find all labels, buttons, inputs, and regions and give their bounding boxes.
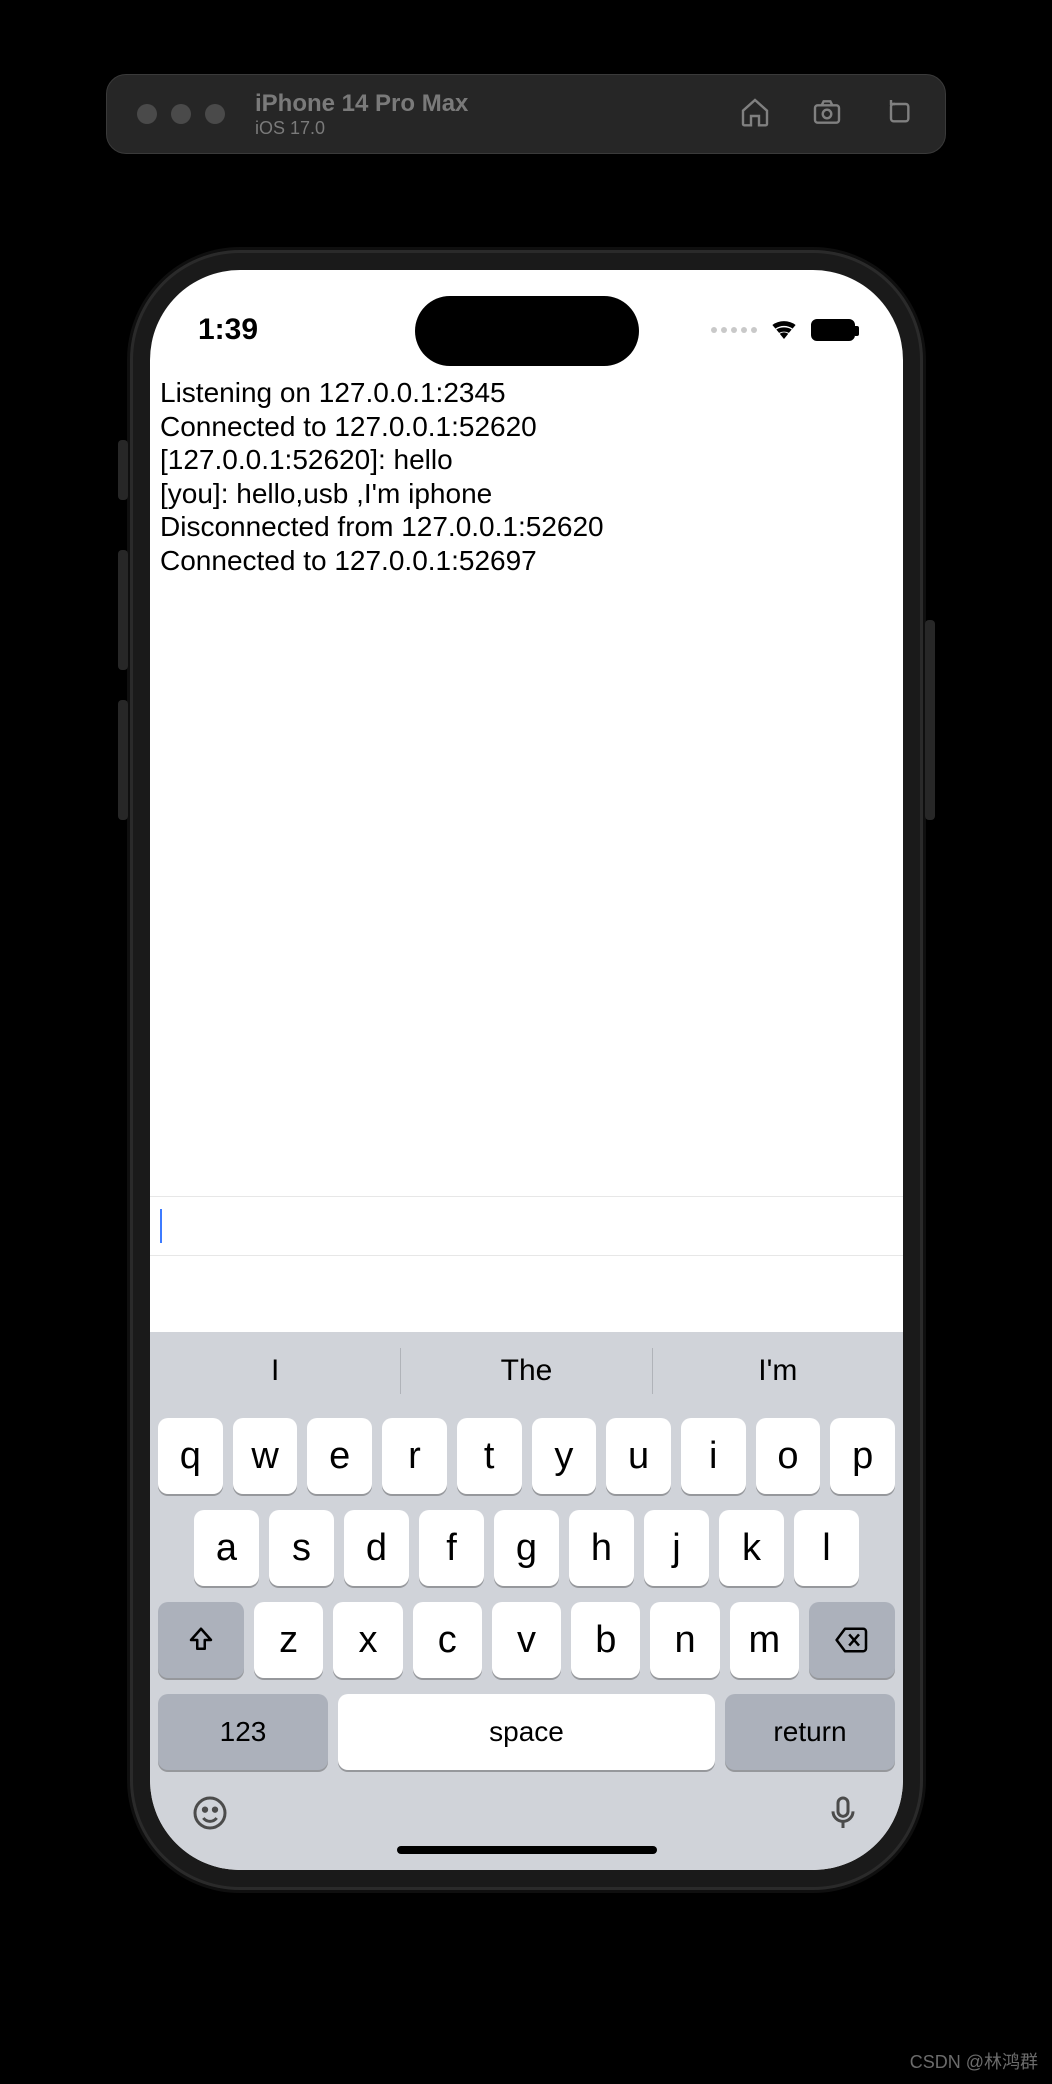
return-key[interactable]: return: [725, 1694, 895, 1770]
log-line: Disconnected from 127.0.0.1:52620: [160, 510, 893, 544]
suggestion-0[interactable]: I: [150, 1332, 400, 1410]
key-h[interactable]: h: [569, 1510, 634, 1586]
key-k[interactable]: k: [719, 1510, 784, 1586]
volume-up-button[interactable]: [118, 550, 128, 670]
cellular-icon: [711, 327, 757, 333]
shift-key[interactable]: [158, 1602, 244, 1678]
backspace-key[interactable]: [809, 1602, 895, 1678]
dictation-icon[interactable]: [823, 1793, 863, 1838]
key-d[interactable]: d: [344, 1510, 409, 1586]
message-input[interactable]: [150, 1196, 903, 1256]
key-r[interactable]: r: [382, 1418, 447, 1494]
minimize-dot-icon[interactable]: [171, 104, 191, 124]
home-icon[interactable]: [739, 96, 771, 133]
key-j[interactable]: j: [644, 1510, 709, 1586]
key-p[interactable]: p: [830, 1418, 895, 1494]
dynamic-island: [415, 296, 639, 366]
battery-icon: [811, 319, 855, 341]
backspace-icon: [835, 1626, 869, 1654]
key-z[interactable]: z: [254, 1602, 323, 1678]
key-m[interactable]: m: [730, 1602, 799, 1678]
key-f[interactable]: f: [419, 1510, 484, 1586]
key-n[interactable]: n: [650, 1602, 719, 1678]
key-x[interactable]: x: [333, 1602, 402, 1678]
key-u[interactable]: u: [606, 1418, 671, 1494]
log-line: [127.0.0.1:52620]: hello: [160, 443, 893, 477]
close-dot-icon[interactable]: [137, 104, 157, 124]
log-line: Listening on 127.0.0.1:2345: [160, 376, 893, 410]
log-line: Connected to 127.0.0.1:52620: [160, 410, 893, 444]
volume-down-button[interactable]: [118, 700, 128, 820]
log-line: [you]: hello,usb ,I'm iphone: [160, 477, 893, 511]
simulator-toolbar: iPhone 14 Pro Max iOS 17.0: [106, 74, 946, 154]
key-c[interactable]: c: [413, 1602, 482, 1678]
suggestion-bar: I The I'm: [150, 1332, 903, 1410]
device-screen: 1:39 Listening on 127.0.0.1:2345 Connect…: [150, 270, 903, 1870]
zoom-dot-icon[interactable]: [205, 104, 225, 124]
shift-icon: [186, 1625, 216, 1655]
key-e[interactable]: e: [307, 1418, 372, 1494]
key-a[interactable]: a: [194, 1510, 259, 1586]
simulator-device-name: iPhone 14 Pro Max: [255, 90, 468, 118]
suggestion-2[interactable]: I'm: [652, 1348, 903, 1394]
key-o[interactable]: o: [756, 1418, 821, 1494]
key-v[interactable]: v: [492, 1602, 561, 1678]
numeric-key[interactable]: 123: [158, 1694, 328, 1770]
window-traffic-lights[interactable]: [137, 104, 225, 124]
key-l[interactable]: l: [794, 1510, 859, 1586]
screenshot-icon[interactable]: [811, 96, 843, 133]
key-g[interactable]: g: [494, 1510, 559, 1586]
power-button[interactable]: [925, 620, 935, 820]
status-time: 1:39: [198, 313, 258, 347]
simulator-os-version: iOS 17.0: [255, 118, 468, 139]
text-caret: [160, 1209, 162, 1243]
watermark: CSDN @林鸿群: [910, 2048, 1038, 2074]
key-t[interactable]: t: [457, 1418, 522, 1494]
suggestion-1[interactable]: The: [400, 1348, 651, 1394]
key-s[interactable]: s: [269, 1510, 334, 1586]
key-y[interactable]: y: [532, 1418, 597, 1494]
home-indicator[interactable]: [397, 1846, 657, 1854]
key-b[interactable]: b: [571, 1602, 640, 1678]
key-q[interactable]: q: [158, 1418, 223, 1494]
log-line: Connected to 127.0.0.1:52697: [160, 544, 893, 578]
key-w[interactable]: w: [233, 1418, 298, 1494]
device-frame: 1:39 Listening on 127.0.0.1:2345 Connect…: [130, 250, 923, 1890]
space-key[interactable]: space: [338, 1694, 715, 1770]
key-i[interactable]: i: [681, 1418, 746, 1494]
keyboard: I The I'm q w e r t y u i o p a: [150, 1332, 903, 1870]
emoji-icon[interactable]: [190, 1793, 230, 1838]
log-output: Listening on 127.0.0.1:2345 Connected to…: [150, 370, 903, 1196]
input-accessory-gap: [150, 1256, 903, 1332]
rotate-icon[interactable]: [883, 96, 915, 133]
wifi-icon: [769, 313, 799, 347]
silence-switch[interactable]: [118, 440, 128, 500]
